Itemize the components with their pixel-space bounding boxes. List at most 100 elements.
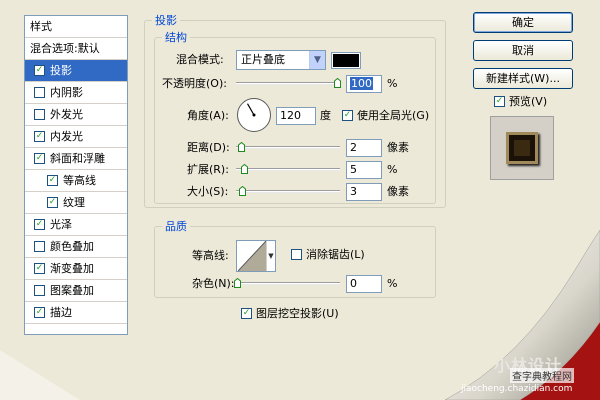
noise-input[interactable]: 0	[346, 275, 382, 293]
blend-mode-value: 正片叠底	[241, 53, 285, 66]
style-preview-swatch	[506, 132, 538, 164]
style-item[interactable]: ✓ 斜面和浮雕	[25, 148, 127, 170]
style-item-checkbox[interactable]: ✓	[47, 197, 58, 208]
style-item-label: 描边	[50, 306, 72, 319]
styles-list: 样式 混合选项:默认 ✓ 投影 内阴影 外发光 ✓ 内发光 ✓ 斜面和浮雕 ✓ 等高线 ✓ 纹理 ✓ 光泽…	[24, 15, 128, 335]
check-icon: ✓	[35, 131, 44, 141]
check-icon: ✓	[48, 197, 57, 207]
style-item-checkbox[interactable]	[34, 109, 45, 120]
style-item-checkbox[interactable]	[34, 285, 45, 296]
shadow-color-fill	[333, 54, 359, 67]
shadow-color-swatch[interactable]	[331, 52, 361, 69]
style-item[interactable]: ✓ 等高线	[25, 170, 127, 192]
style-item-label: 纹理	[63, 196, 85, 209]
style-item-checkbox[interactable]	[34, 87, 45, 98]
check-icon: ✓	[242, 308, 251, 318]
opacity-slider-track[interactable]	[236, 82, 340, 85]
size-label: 大小(S):	[187, 185, 229, 198]
blending-options-item[interactable]: 混合选项:默认	[25, 38, 127, 60]
ok-button[interactable]: 确定	[473, 12, 573, 33]
style-item[interactable]: 图案叠加	[25, 280, 127, 302]
contour-picker[interactable]: ▼	[236, 240, 276, 272]
distance-input[interactable]: 2	[346, 139, 382, 157]
spread-slider-track[interactable]	[236, 168, 340, 171]
style-item[interactable]: ✓ 渐变叠加	[25, 258, 127, 280]
distance-value: 2	[350, 141, 357, 154]
angle-unit: 度	[320, 109, 331, 122]
contour-dropdown-icon[interactable]: ▼	[266, 241, 275, 271]
style-item-checkbox[interactable]: ✓	[34, 65, 45, 76]
style-item[interactable]: ✓ 描边	[25, 302, 127, 324]
chevron-down-icon: ▼	[309, 51, 325, 69]
opacity-value: 100	[350, 77, 373, 90]
angle-input[interactable]: 120	[276, 107, 316, 125]
quality-title: 品质	[162, 218, 190, 234]
style-item-checkbox[interactable]: ✓	[34, 153, 45, 164]
spread-input[interactable]: 5	[346, 161, 382, 179]
preview-checkbox[interactable]: ✓	[494, 96, 505, 107]
spread-value: 5	[350, 163, 357, 176]
style-item[interactable]: 颜色叠加	[25, 236, 127, 258]
blend-mode-select[interactable]: 正片叠底 ▼	[236, 50, 326, 70]
opacity-unit: %	[387, 77, 398, 90]
style-item-label: 内发光	[50, 130, 83, 143]
spread-unit: %	[387, 163, 398, 176]
knockout-label: 图层挖空投影(U)	[256, 307, 339, 320]
styles-header-label: 样式	[30, 20, 52, 33]
style-item-label: 光泽	[50, 218, 72, 231]
style-item-label: 内阴影	[50, 86, 83, 99]
size-slider-track[interactable]	[236, 190, 340, 193]
distance-label: 距离(D):	[187, 141, 230, 154]
noise-slider-track[interactable]	[236, 282, 340, 285]
size-input[interactable]: 3	[346, 183, 382, 201]
style-item-checkbox[interactable]: ✓	[34, 263, 45, 274]
check-icon: ✓	[48, 175, 57, 185]
size-value: 3	[350, 185, 357, 198]
style-item-label: 图案叠加	[50, 284, 94, 297]
check-icon: ✓	[35, 153, 44, 163]
distance-slider-thumb[interactable]	[238, 142, 245, 152]
style-item-label: 斜面和浮雕	[50, 152, 105, 165]
style-item-checkbox[interactable]: ✓	[34, 219, 45, 230]
check-icon: ✓	[343, 110, 352, 120]
noise-slider-thumb[interactable]	[234, 278, 241, 288]
check-icon: ✓	[35, 307, 44, 317]
style-item[interactable]: ✓ 投影	[25, 60, 127, 82]
watermark-label: 查字典教程网	[510, 368, 574, 383]
style-item[interactable]: ✓ 内发光	[25, 126, 127, 148]
style-item[interactable]: 外发光	[25, 104, 127, 126]
size-slider-thumb[interactable]	[239, 186, 246, 196]
style-item-checkbox[interactable]: ✓	[34, 307, 45, 318]
drop-shadow-title: 投影	[152, 12, 180, 28]
opacity-input[interactable]: 100	[346, 75, 382, 93]
style-item-checkbox[interactable]: ✓	[47, 175, 58, 186]
anti-aliased-label: 消除锯齿(L)	[306, 248, 365, 261]
style-item[interactable]: ✓ 光泽	[25, 214, 127, 236]
size-unit: 像素	[387, 185, 409, 198]
style-item-label: 投影	[50, 64, 72, 77]
style-item-checkbox[interactable]	[34, 241, 45, 252]
contour-preview-icon	[238, 241, 266, 271]
new-style-button[interactable]: 新建样式(W)...	[473, 68, 573, 89]
blend-mode-label: 混合模式:	[176, 53, 224, 66]
contour-label: 等高线:	[192, 249, 229, 262]
style-item[interactable]: ✓ 纹理	[25, 192, 127, 214]
preview-label: 预览(V)	[509, 95, 548, 108]
style-item-label: 颜色叠加	[50, 240, 94, 253]
spread-slider-thumb[interactable]	[241, 164, 248, 174]
style-item[interactable]: 内阴影	[25, 82, 127, 104]
use-global-light-checkbox[interactable]: ✓	[342, 110, 353, 121]
angle-dial[interactable]	[236, 97, 272, 133]
noise-value: 0	[350, 277, 357, 290]
anti-aliased-checkbox[interactable]	[291, 249, 302, 260]
watermark-url: jiaocheng.chazidian.com	[461, 384, 573, 394]
cancel-button[interactable]: 取消	[473, 40, 573, 61]
use-global-light-label: 使用全局光(G)	[357, 109, 430, 122]
knockout-checkbox[interactable]: ✓	[241, 308, 252, 319]
distance-slider-track[interactable]	[236, 146, 340, 149]
opacity-slider-thumb[interactable]	[334, 78, 341, 88]
noise-label: 杂色(N):	[192, 277, 235, 290]
style-item-label: 渐变叠加	[50, 262, 94, 275]
structure-title: 结构	[162, 29, 190, 45]
style-item-checkbox[interactable]: ✓	[34, 131, 45, 142]
